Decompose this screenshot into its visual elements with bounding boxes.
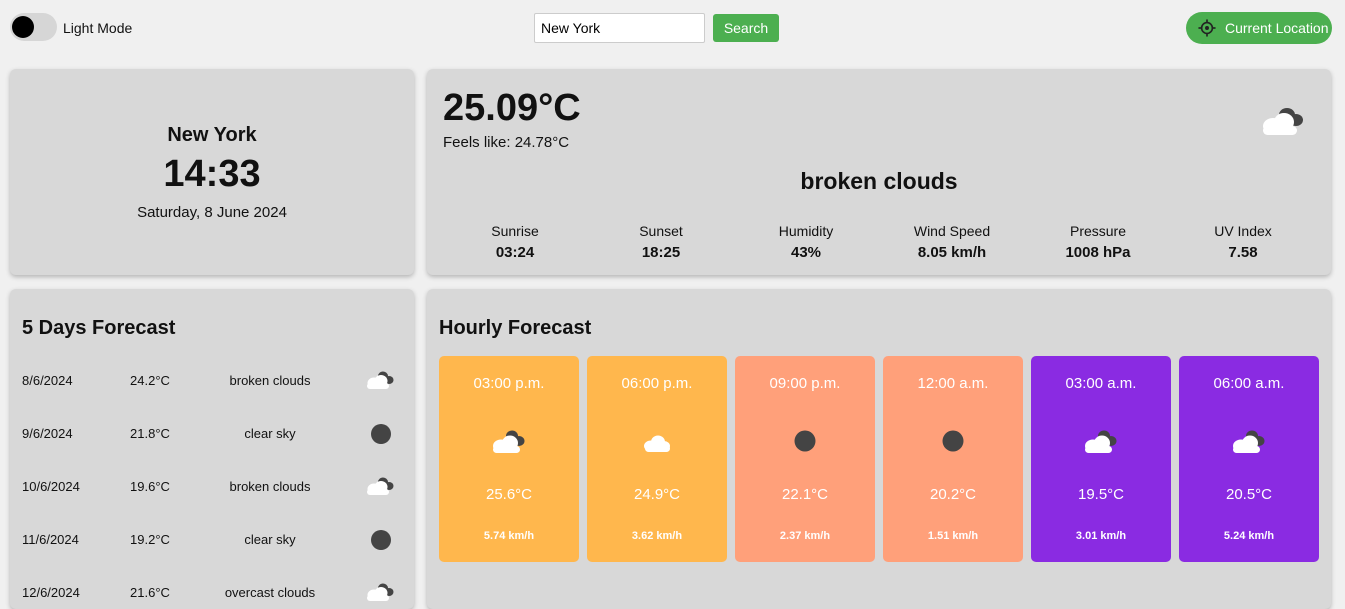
current-weather-card: 25.09°C Feels like: 24.78°C broken cloud… <box>427 69 1331 275</box>
hourly-temp: 20.2°C <box>929 486 977 503</box>
forecast-desc: broken clouds <box>229 479 311 494</box>
hourly-item: 03:00 p.m. 25.6°C 5.74 km/h <box>439 356 579 562</box>
forecast-temp: 19.2°C <box>130 532 170 547</box>
forecast-temp: 24.2°C <box>130 373 170 388</box>
stat-wind-speed: Wind Speed 8.05 km/h <box>882 223 1022 261</box>
forecast-date: 10/6/2024 <box>22 479 80 494</box>
crosshair-icon <box>1198 19 1216 37</box>
stat-label: Sunrise <box>491 223 539 239</box>
clear-sky-icon <box>794 430 816 452</box>
city-card: New York 14:33 Saturday, 8 June 2024 <box>10 69 414 275</box>
stat-value: 1008 hPa <box>1065 244 1131 261</box>
stat-pressure: Pressure 1008 hPa <box>1028 223 1168 261</box>
broken-clouds-icon <box>367 371 394 389</box>
broken-clouds-icon <box>1233 430 1265 453</box>
hourly-wind: 3.62 km/h <box>631 530 683 542</box>
forecast-date: 11/6/2024 <box>22 532 79 547</box>
stat-sunset: Sunset 18:25 <box>591 223 731 261</box>
hourly-temp: 22.1°C <box>781 486 829 503</box>
hourly-wind: 5.74 km/h <box>483 530 535 542</box>
current-location-label: Current Location <box>1225 20 1329 36</box>
forecast-desc: clear sky <box>244 426 296 441</box>
five-day-forecast-card: 5 Days Forecast 8/6/2024 24.2°C broken c… <box>10 289 414 609</box>
forecast-row: 11/6/2024 19.2°C clear sky <box>10 525 414 555</box>
hourly-title: Hourly Forecast <box>439 317 592 339</box>
feels-like: Feels like: 24.78°C <box>443 134 570 151</box>
clear-sky-icon <box>371 424 391 444</box>
stat-label: Wind Speed <box>913 223 991 239</box>
current-location-button[interactable]: Current Location <box>1186 12 1332 44</box>
city-date: Saturday, 8 June 2024 <box>137 204 287 221</box>
stat-label: UV Index <box>1214 223 1272 239</box>
hourly-time: 03:00 p.m. <box>473 375 545 392</box>
hourly-temp: 20.5°C <box>1225 486 1273 503</box>
hourly-item: 12:00 a.m. 20.2°C 1.51 km/h <box>883 356 1023 562</box>
city-search-input[interactable] <box>534 13 705 43</box>
hourly-time: 12:00 a.m. <box>917 375 989 392</box>
hourly-time: 03:00 a.m. <box>1065 375 1137 392</box>
hourly-time: 09:00 p.m. <box>769 375 841 392</box>
stat-uv-index: UV Index 7.58 <box>1173 223 1313 261</box>
broken-clouds-icon <box>493 430 525 453</box>
broken-clouds-icon <box>1085 430 1117 453</box>
stat-value: 8.05 km/h <box>917 244 987 261</box>
hourly-item: 09:00 p.m. 22.1°C 2.37 km/h <box>735 356 875 562</box>
clear-sky-icon <box>371 530 391 550</box>
hourly-time: 06:00 a.m. <box>1213 375 1285 392</box>
stat-sunrise: Sunrise 03:24 <box>445 223 585 261</box>
forecast-temp: 21.8°C <box>130 426 170 441</box>
weather-description: broken clouds <box>800 168 958 194</box>
hourly-wind: 5.24 km/h <box>1223 530 1275 542</box>
stat-value: 43% <box>790 244 822 261</box>
forecast-title: 5 Days Forecast <box>22 317 176 339</box>
stat-label: Humidity <box>778 223 834 239</box>
stat-value: 7.58 <box>1228 244 1258 261</box>
theme-toggle-knob <box>12 16 34 38</box>
stat-value: 03:24 <box>495 244 535 261</box>
city-time: 14:33 <box>163 153 261 195</box>
search-button[interactable]: Search <box>713 14 779 42</box>
stat-label: Pressure <box>1069 223 1127 239</box>
clear-sky-icon <box>942 430 964 452</box>
broken-clouds-icon <box>367 477 394 495</box>
forecast-desc: broken clouds <box>229 373 311 388</box>
forecast-row: 9/6/2024 21.8°C clear sky <box>10 419 414 449</box>
hourly-time: 06:00 p.m. <box>621 375 693 392</box>
city-name: New York <box>167 124 257 146</box>
cloud-icon <box>644 435 670 452</box>
forecast-date: 9/6/2024 <box>22 426 73 441</box>
theme-toggle[interactable] <box>10 13 57 41</box>
forecast-row: 10/6/2024 19.6°C broken clouds <box>10 472 414 502</box>
hourly-wind: 1.51 km/h <box>927 530 979 542</box>
theme-mode-label: Light Mode <box>63 20 133 36</box>
hourly-item: 06:00 p.m. 24.9°C 3.62 km/h <box>587 356 727 562</box>
hourly-forecast-card: Hourly Forecast 03:00 p.m. 25.6°C 5.74 k… <box>427 289 1331 609</box>
hourly-item: 03:00 a.m. 19.5°C 3.01 km/h <box>1031 356 1171 562</box>
hourly-temp: 19.5°C <box>1077 486 1125 503</box>
forecast-date: 8/6/2024 <box>22 373 73 388</box>
stat-label: Sunset <box>639 223 683 239</box>
current-temperature: 25.09°C <box>443 87 581 129</box>
forecast-desc: clear sky <box>244 532 296 547</box>
stat-humidity: Humidity 43% <box>736 223 876 261</box>
hourly-temp: 25.6°C <box>485 486 533 503</box>
broken-clouds-icon <box>367 583 394 601</box>
forecast-row: 8/6/2024 24.2°C broken clouds <box>10 366 414 396</box>
forecast-row: 12/6/2024 21.6°C overcast clouds <box>10 578 414 608</box>
forecast-temp: 19.6°C <box>130 479 170 494</box>
hourly-temp: 24.9°C <box>633 486 681 503</box>
stat-value: 18:25 <box>641 244 681 261</box>
broken-clouds-icon <box>1263 108 1303 135</box>
hourly-wind: 3.01 km/h <box>1075 530 1127 542</box>
hourly-wind: 2.37 km/h <box>779 530 831 542</box>
hourly-item: 06:00 a.m. 20.5°C 5.24 km/h <box>1179 356 1319 562</box>
